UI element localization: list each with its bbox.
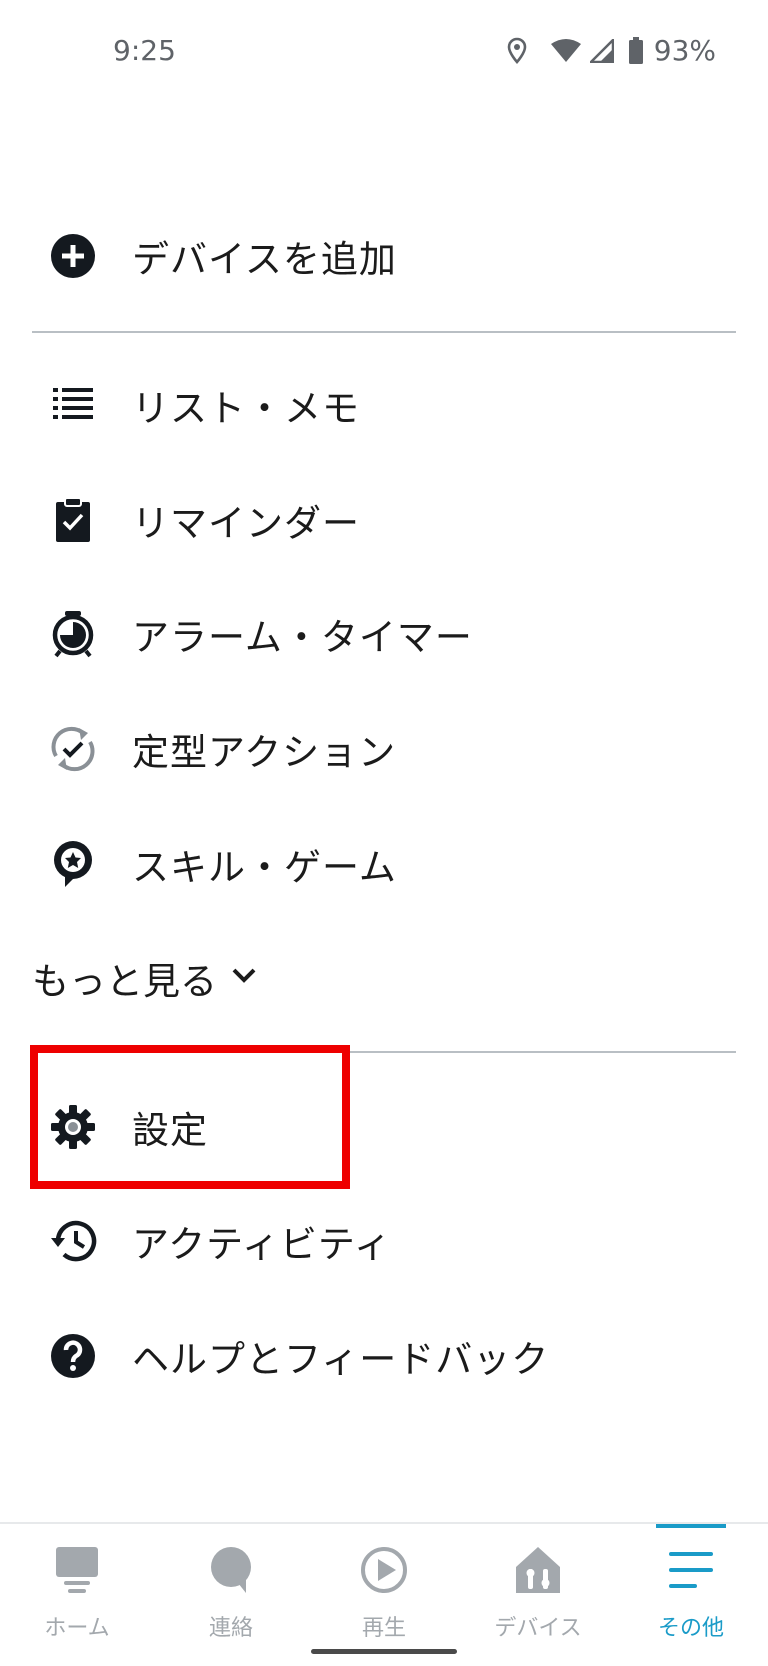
menu-item-activity[interactable]: アクティビティ (0, 1193, 768, 1289)
history-icon (48, 1216, 98, 1266)
status-icons: 93% (506, 34, 716, 67)
chevron-down-icon (231, 967, 257, 989)
add-device-item[interactable]: デバイスを追加 (0, 208, 768, 304)
status-bar: 9:25 93% (0, 0, 768, 110)
menu-item-help-label: ヘルプとフィードバック (132, 1338, 550, 1381)
menu-item-routines-label: 定型アクション (132, 731, 397, 774)
play-icon (356, 1542, 412, 1598)
divider-top (32, 331, 736, 333)
list-icon (48, 380, 98, 430)
nav-devices[interactable]: デバイス (461, 1524, 615, 1666)
nav-communicate[interactable]: 連絡 (154, 1524, 308, 1666)
devices-icon (510, 1542, 566, 1598)
nav-devices-label: デバイス (494, 1616, 582, 1641)
nav-home-label: ホーム (44, 1616, 110, 1641)
add-device-label: デバイスを追加 (132, 238, 397, 281)
alarm-clock-icon (48, 609, 98, 659)
status-time: 9:25 (113, 34, 176, 67)
nav-more[interactable]: その他 (614, 1524, 768, 1666)
settings-highlight-box (30, 1045, 350, 1189)
menu-item-help[interactable]: ヘルプとフィードバック (0, 1308, 768, 1404)
battery-percentage: 93% (653, 34, 716, 67)
menu-item-routines[interactable]: 定型アクション (0, 701, 768, 797)
clipboard-check-icon (48, 495, 98, 545)
nav-more-label: その他 (657, 1616, 724, 1641)
nav-play-label: 再生 (361, 1616, 406, 1641)
routine-icon (48, 724, 98, 774)
menu-item-skills-label: スキル・ゲーム (132, 846, 397, 889)
menu-icon (663, 1542, 719, 1598)
show-more-label: もっと見る (32, 960, 217, 1003)
menu-item-activity-label: アクティビティ (132, 1223, 392, 1266)
nav-communicate-label: 連絡 (208, 1616, 253, 1641)
home-gesture-bar[interactable] (311, 1649, 457, 1654)
menu-item-lists-label: リスト・メモ (132, 387, 360, 430)
nav-home[interactable]: ホーム (0, 1524, 154, 1666)
nav-play[interactable]: 再生 (307, 1524, 461, 1666)
active-tab-indicator (656, 1524, 726, 1528)
menu-item-skills[interactable]: スキル・ゲーム (0, 816, 768, 912)
menu-item-alarms[interactable]: アラーム・タイマー (0, 586, 768, 682)
show-more-button[interactable]: もっと見る (32, 948, 257, 1008)
battery-icon (628, 36, 644, 65)
menu-item-reminders-label: リマインダー (132, 502, 360, 545)
menu-item-lists[interactable]: リスト・メモ (0, 357, 768, 453)
skill-star-icon (48, 839, 98, 889)
plus-circle-icon (48, 231, 98, 281)
home-icon (49, 1542, 105, 1598)
location-icon (506, 37, 528, 65)
help-icon (48, 1331, 98, 1381)
menu-item-alarms-label: アラーム・タイマー (132, 616, 473, 659)
signal-icon (589, 38, 614, 63)
chat-icon (203, 1542, 259, 1598)
wifi-icon (550, 38, 582, 64)
bottom-navigation: ホーム 連絡 再生 デバイス その他 (0, 1522, 768, 1666)
menu-item-reminders[interactable]: リマインダー (0, 472, 768, 568)
